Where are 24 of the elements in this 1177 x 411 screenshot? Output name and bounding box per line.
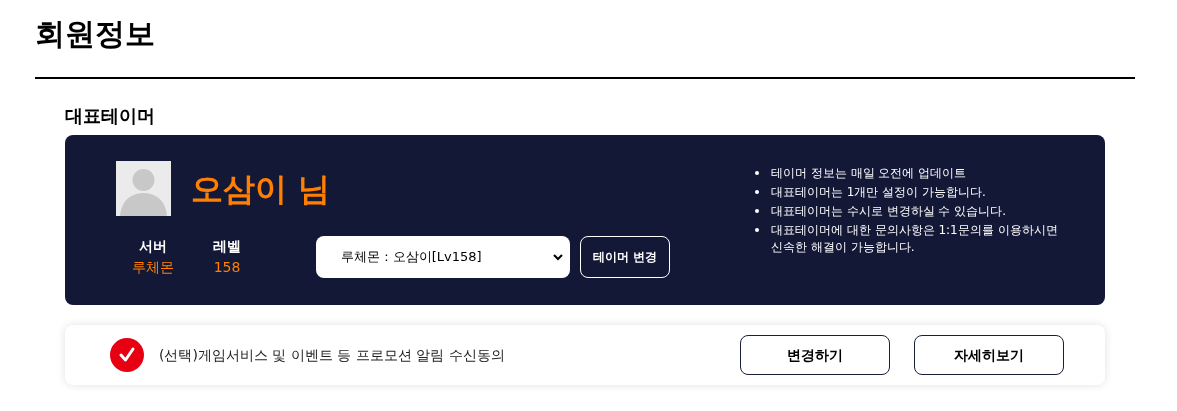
note-text: 테이머 정보는 매일 오전에 업데이트: [771, 165, 967, 182]
check-icon: [118, 346, 136, 364]
stat-value: 158: [213, 258, 241, 277]
stat-value: 루체몬: [132, 258, 174, 277]
bullet-icon: [755, 209, 759, 213]
chevron-down-icon: [552, 251, 564, 263]
consent-label: (선택)게임서비스 및 이벤트 등 프로모션 알림 수신동의: [159, 345, 505, 365]
tamer-name: 오삼이 님: [191, 168, 331, 209]
avatar-icon: [116, 161, 171, 216]
section-title: 대표테이머: [65, 104, 155, 128]
note-text: 대표테이머에 대한 문의사항은 1:1문의를 이용하시면 신속한 해결이 가능합니다.: [771, 222, 1059, 256]
consent-button[interactable]: 자세히보기: [914, 335, 1064, 375]
stat-label: 서버: [139, 237, 167, 256]
stat-label: 레벨: [213, 237, 241, 256]
note-text: 대표테이머는 1개만 설정이 가능합니다.: [771, 184, 986, 201]
consent-button[interactable]: 변경하기: [740, 335, 890, 375]
consent-checkbox[interactable]: [110, 338, 144, 372]
bullet-icon: [755, 190, 759, 194]
page-title: 회원정보: [35, 15, 155, 53]
note-text: 대표테이머는 수시로 변경하실 수 있습니다.: [771, 203, 1007, 220]
change-tamer-button[interactable]: 테이머 변경: [580, 236, 670, 278]
tamer-select[interactable]: 루체몬 : 오삼이[Lv158]: [316, 236, 570, 278]
bullet-icon: [755, 228, 759, 232]
bullet-icon: [755, 171, 759, 175]
